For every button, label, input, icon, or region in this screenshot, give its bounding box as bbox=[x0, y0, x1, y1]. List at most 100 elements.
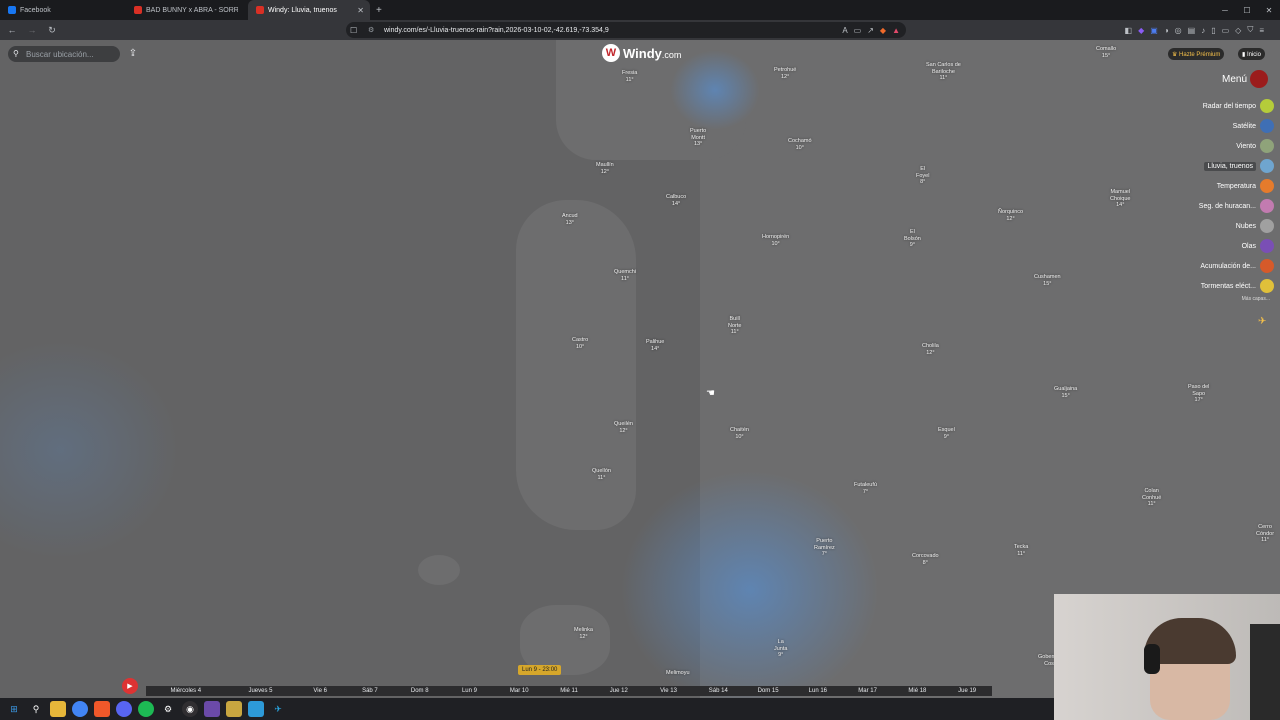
location-search-input[interactable]: ⚲ Buscar ubicación... bbox=[8, 46, 120, 62]
city-label[interactable]: La Junta 9° bbox=[774, 639, 787, 659]
settings-icon[interactable]: ⚙ bbox=[160, 701, 176, 717]
timeline-day[interactable]: Jue 12 bbox=[594, 688, 644, 694]
wallet-icon[interactable]: ▭ bbox=[1222, 26, 1230, 35]
layer-temperature[interactable]: Temperatura bbox=[1174, 176, 1274, 196]
layer-accumulation[interactable]: Acumulación de... bbox=[1174, 256, 1274, 276]
timeline-day[interactable]: Mar 17 bbox=[843, 688, 893, 694]
layer-satellite[interactable]: Satélite bbox=[1174, 116, 1274, 136]
brave-shield-icon[interactable]: ◆ bbox=[880, 26, 886, 35]
city-label[interactable]: Colan Conhué 11° bbox=[1142, 488, 1161, 508]
extension-icon[interactable]: ◧ bbox=[1125, 26, 1133, 35]
telegram-icon[interactable]: ✈ bbox=[270, 701, 286, 717]
city-label[interactable]: Maullín 12° bbox=[596, 162, 614, 175]
city-label[interactable]: Mamuel Choique 14° bbox=[1110, 189, 1131, 209]
windows-start-icon[interactable]: ⊞ bbox=[6, 701, 22, 717]
city-label[interactable]: Comallo 15° bbox=[1096, 46, 1116, 59]
city-label[interactable]: Palihue 14° bbox=[646, 339, 664, 352]
city-label[interactable]: Gualjaina 15° bbox=[1054, 386, 1077, 399]
bookmark-icon[interactable]: ☐ bbox=[350, 26, 357, 35]
tab-facebook[interactable]: Facebook bbox=[0, 0, 126, 20]
extension-icon[interactable]: ◑ bbox=[1164, 26, 1169, 35]
timeline-day[interactable]: Sáb 14 bbox=[693, 688, 743, 694]
city-label[interactable]: Futaleufú 7° bbox=[854, 482, 877, 495]
address-bar[interactable]: ☐ ⚙ windy.com/es/-Lluvia-truenos-rain?ra… bbox=[346, 22, 906, 38]
city-label[interactable]: Quellón 11° bbox=[592, 468, 611, 481]
timeline-day[interactable]: Lun 9 bbox=[445, 688, 495, 694]
city-label[interactable]: Chaitén 10° bbox=[730, 427, 749, 440]
layer-wind[interactable]: Viento bbox=[1174, 136, 1274, 156]
spotify-icon[interactable] bbox=[138, 701, 154, 717]
city-label[interactable]: Paso del Sapo 17° bbox=[1188, 384, 1209, 404]
login-button[interactable]: ▮ Inicio bbox=[1238, 48, 1265, 60]
layer-thunderstorms[interactable]: Tormentas eléct... bbox=[1174, 276, 1274, 296]
obs-icon[interactable]: ◉ bbox=[182, 701, 198, 717]
translate-icon[interactable]: A bbox=[842, 26, 847, 35]
timeline-day[interactable]: Jue 19 bbox=[942, 688, 992, 694]
discord-icon[interactable] bbox=[116, 701, 132, 717]
city-label[interactable]: Melimoyu bbox=[666, 670, 690, 677]
avatar[interactable] bbox=[1250, 70, 1269, 88]
extension-icon[interactable]: ▣ bbox=[1150, 26, 1158, 35]
airplane-icon[interactable]: ✈ bbox=[1258, 316, 1266, 327]
forward-icon[interactable]: → bbox=[24, 22, 40, 38]
city-label[interactable]: Cochamó 10° bbox=[788, 138, 812, 151]
timeline-day[interactable]: Vie 6 bbox=[295, 688, 345, 694]
timeline-day[interactable]: Sáb 7 bbox=[345, 688, 395, 694]
city-label[interactable]: Esquel 9° bbox=[938, 427, 955, 440]
tab-windy[interactable]: Windy: Lluvia, truenos ✕ bbox=[248, 0, 370, 20]
city-label[interactable]: Ancud 13° bbox=[562, 213, 578, 226]
maximize-icon[interactable]: ☐ bbox=[1236, 0, 1258, 20]
search-icon[interactable]: ⚲ bbox=[28, 701, 44, 717]
vpn-icon[interactable]: ◇ bbox=[1235, 26, 1241, 35]
city-label[interactable]: Fresia 11° bbox=[622, 70, 637, 83]
city-label[interactable]: Castro 10° bbox=[572, 337, 588, 350]
city-label[interactable]: Ñorquinco 12° bbox=[998, 209, 1023, 222]
city-label[interactable]: Puerto Montt 13° bbox=[690, 128, 706, 148]
menu-button[interactable]: Menú bbox=[1222, 70, 1269, 88]
app-icon[interactable] bbox=[248, 701, 264, 717]
extension-icon[interactable]: ◎ bbox=[1175, 26, 1182, 35]
site-info-icon[interactable]: ⚙ bbox=[368, 26, 374, 34]
city-label[interactable]: Corcovado 8° bbox=[912, 553, 939, 566]
timeline-day[interactable]: Mié 11 bbox=[544, 688, 594, 694]
timeline-day[interactable]: Vie 13 bbox=[644, 688, 694, 694]
tab-bad-bunny[interactable]: BAD BUNNY x ABRA - SORRY PA bbox=[126, 0, 248, 20]
extension-icon[interactable]: ▤ bbox=[1188, 26, 1196, 35]
city-label[interactable]: Hornopirén 10° bbox=[762, 234, 789, 247]
city-label[interactable]: Cushamen 15° bbox=[1034, 274, 1061, 287]
share-upload-icon[interactable]: ⇪ bbox=[126, 46, 140, 60]
layer-waves[interactable]: Olas bbox=[1174, 236, 1274, 256]
layer-radar[interactable]: Radar del tiempo bbox=[1174, 96, 1274, 116]
sidebar-icon[interactable]: ▯ bbox=[1211, 26, 1215, 35]
layer-hurricane[interactable]: Seg. de huracan... bbox=[1174, 196, 1274, 216]
city-label[interactable]: Quemchi 11° bbox=[614, 269, 636, 282]
city-label[interactable]: Buill Norte 11° bbox=[728, 316, 741, 336]
city-label[interactable]: El Bolsón 9° bbox=[904, 229, 921, 249]
layer-rain-thunder[interactable]: Lluvia, truenos bbox=[1174, 156, 1274, 176]
timeline-day[interactable]: Mar 10 bbox=[494, 688, 544, 694]
close-tab-icon[interactable]: ✕ bbox=[357, 6, 364, 15]
reload-icon[interactable]: ↻ bbox=[44, 22, 60, 38]
share-icon[interactable]: ↗ bbox=[867, 26, 874, 35]
city-label[interactable]: Cerro Cóndor 11° bbox=[1256, 524, 1274, 544]
timeline-day[interactable]: Mié 18 bbox=[892, 688, 942, 694]
more-layers-link[interactable]: Más capas... bbox=[1174, 296, 1270, 302]
back-icon[interactable]: ← bbox=[4, 22, 20, 38]
menu-icon[interactable]: ≡ bbox=[1259, 26, 1264, 35]
cast-icon[interactable]: ▭ bbox=[854, 26, 862, 35]
steam-icon[interactable] bbox=[226, 701, 242, 717]
timeline-day[interactable]: Dom 8 bbox=[395, 688, 445, 694]
play-button[interactable]: ▶ bbox=[122, 678, 138, 694]
city-label[interactable]: San Carlos de Bariloche 11° bbox=[926, 62, 961, 82]
timeline-day[interactable]: Miércoles 4 bbox=[146, 688, 226, 694]
new-tab-button[interactable]: + bbox=[370, 0, 388, 20]
city-label[interactable]: Tecka 11° bbox=[1014, 544, 1028, 557]
file-explorer-icon[interactable] bbox=[50, 701, 66, 717]
city-label[interactable]: Puerto Ramírez 7° bbox=[814, 538, 835, 558]
chrome-icon[interactable] bbox=[72, 701, 88, 717]
terminal-icon[interactable] bbox=[204, 701, 220, 717]
shield-icon[interactable]: ⛉ bbox=[1247, 25, 1253, 35]
forecast-timeline[interactable]: Miércoles 4 Jueves 5 Vie 6 Sáb 7 Dom 8 L… bbox=[146, 686, 992, 696]
city-label[interactable]: Queilén 12° bbox=[614, 421, 633, 434]
city-label[interactable]: Calbuco 14° bbox=[666, 194, 686, 207]
